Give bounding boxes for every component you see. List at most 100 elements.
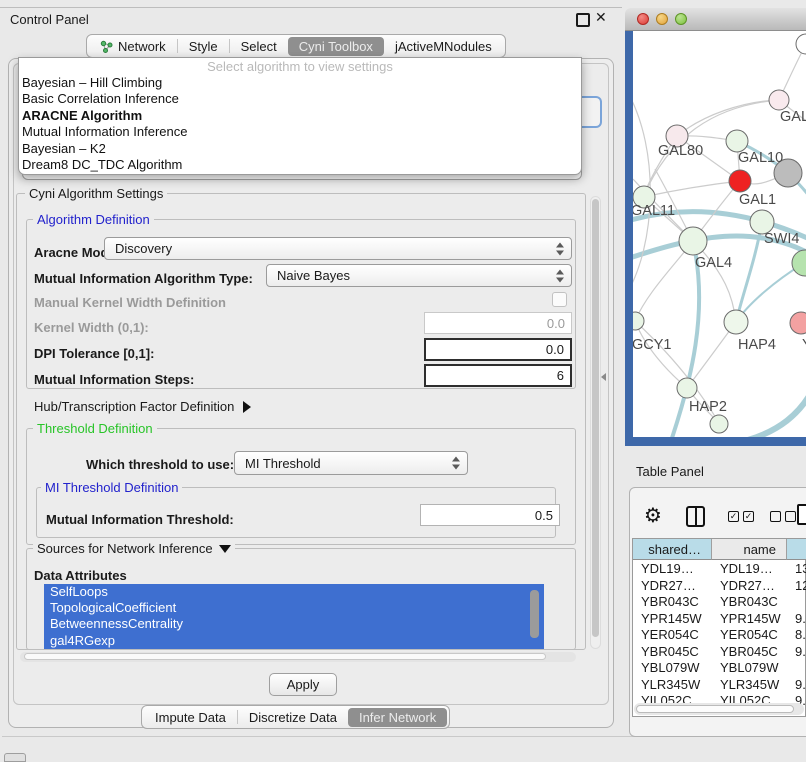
minimized-panel-button[interactable] [4,753,26,762]
gear-icon[interactable]: ⚙ [644,503,662,527]
splitter-collapse-icon[interactable] [601,373,606,381]
node-gal1[interactable] [729,170,751,192]
algorithm-definition-title: Algorithm Definition [33,212,154,227]
data-attributes-list[interactable]: SelfLoopsTopologicalCoefficientBetweenne… [44,584,544,649]
table-row[interactable]: YBR045CYBR045C9. [633,644,806,661]
table-row[interactable]: YBR043CYBR043C [633,594,806,611]
dpi-tolerance-field[interactable]: 0.0 [424,338,572,361]
minimize-traffic-light-icon[interactable] [656,13,668,25]
node-salmon-node[interactable] [790,312,806,334]
node-label-gal1: GAL1 [739,192,776,208]
tab-discretize-data[interactable]: Discretize Data [238,708,348,727]
table-cell: 13 [787,561,806,578]
network-window-titlebar[interactable] [625,8,806,31]
attribute-gal4rgexp[interactable]: gal4RGexp [44,633,544,649]
tab-impute-data[interactable]: Impute Data [144,708,237,727]
manual-kernel-checkbox[interactable] [552,292,567,307]
table-cell: YBL079W [712,660,787,677]
page-icon[interactable] [797,504,806,525]
table-cell: YER054C [633,627,712,644]
algorithm-option-mutual-information-inference[interactable]: Mutual Information Inference [19,124,581,140]
collapse-down-icon [219,545,231,553]
split-columns-icon[interactable] [686,506,705,527]
node-hap4[interactable] [724,310,748,334]
node-label-gal4: GAL4 [695,255,732,271]
table-cell [787,594,806,611]
table-cell: YDL19… [633,561,712,578]
node-gal4[interactable] [679,227,707,255]
algorithm-option-aracne-algorithm[interactable]: ARACNE Algorithm [19,108,581,124]
table-row[interactable]: YPR145WYPR145W9. [633,611,806,628]
mi-type-label: Mutual Information Algorithm Type: [34,271,253,286]
network-edge[interactable] [736,263,804,322]
column-header-shared[interactable]: shared… [633,539,712,560]
network-edge[interactable] [736,381,806,437]
table-header-row: shared…name [633,539,806,560]
network-canvas[interactable]: GALGAL80GAL10GAL1GAL11SWI4GAL4GCY1HAP4YH… [633,31,806,437]
node-bottom-partial[interactable] [710,415,728,433]
close-button[interactable]: ✕ [595,9,607,26]
apply-button[interactable]: Apply [269,673,337,696]
algorithm-option-bayesian-k2[interactable]: Bayesian – K2 [19,141,581,157]
node-label-gal11: GAL11 [633,203,675,219]
table-row[interactable]: YBL079WYBL079W [633,660,806,677]
algorithm-option-basic-correlation-inference[interactable]: Basic Correlation Inference [19,91,581,107]
float-window-button[interactable] [576,13,590,27]
column-header-extra[interactable] [787,539,806,560]
sources-group-title: Sources for Network Inference [37,541,213,556]
mi-steps-value: 6 [557,368,564,383]
node-label-gal80: GAL80 [658,143,703,159]
table-horizontal-scrollbar-thumb[interactable] [636,705,794,713]
tab-cyni-toolbox[interactable]: Cyni Toolbox [288,37,384,56]
aracne-mode-combo[interactable]: Discovery [104,237,572,260]
table-cell: 9. [787,677,806,694]
algorithm-option-dream8-dc-tdc-algorithm[interactable]: Dream8 DC_TDC Algorithm [19,157,581,173]
checked-box-icon[interactable]: ✓ [743,511,754,522]
which-threshold-combo[interactable]: MI Threshold [234,451,468,475]
tab-network[interactable]: Network [89,37,177,56]
kernel-width-field[interactable]: 0.0 [424,312,572,334]
node-hap2[interactable] [677,378,697,398]
zoom-traffic-light-icon[interactable] [675,13,687,25]
table-rows: YDL19…YDL19…13YDR27…YDR27…12YBR043CYBR04… [633,561,806,710]
node-top-partial[interactable] [796,34,806,54]
attribute-topologicalcoefficient[interactable]: TopologicalCoefficient [44,600,544,616]
tab-jactivemnodules[interactable]: jActiveMNodules [384,37,503,56]
attribute-selfloops[interactable]: SelfLoops [44,584,544,600]
close-traffic-light-icon[interactable] [637,13,649,25]
focused-combo-fragment[interactable] [580,96,602,128]
node-gal10[interactable] [726,130,748,152]
algorithm-option-bayesian-hill-climbing[interactable]: Bayesian – Hill Climbing [19,75,581,91]
tab-select[interactable]: Select [230,37,288,56]
tab-style[interactable]: Style [178,37,229,56]
node-label-gal: GAL [780,109,806,125]
settings-vertical-scrollbar-thumb[interactable] [592,199,599,637]
mi-threshold-field[interactable]: 0.5 [420,504,560,526]
table-row[interactable]: YLR345WYLR345W9. [633,677,806,694]
tab-infer-network[interactable]: Infer Network [348,708,447,727]
mi-type-combo[interactable]: Naive Bayes [266,264,572,287]
checked-box-icon[interactable]: ✓ [728,511,739,522]
network-edge[interactable] [635,321,687,388]
mi-steps-field[interactable]: 6 [424,364,572,387]
column-header-name[interactable]: name [712,539,787,560]
tab-label: jActiveMNodules [395,39,492,54]
table-row[interactable]: YDL19…YDL19…13 [633,561,806,578]
manual-kernel-label: Manual Kernel Width Definition [34,295,226,310]
hub-definition-toggle[interactable]: Hub/Transcription Factor Definition [34,399,251,414]
attributes-scrollbar-thumb[interactable] [530,590,539,638]
settings-horizontal-scrollbar-thumb[interactable] [24,653,546,660]
unchecked-box-icon[interactable] [785,511,796,522]
node-right-green[interactable] [792,250,806,276]
table-cell: 8. [787,627,806,644]
attribute-betweennesscentrality[interactable]: BetweennessCentrality [44,616,544,632]
table-row[interactable]: YDR27…YDR27…12 [633,578,806,595]
unchecked-box-icon[interactable] [770,511,781,522]
network-selected-frame [625,31,633,437]
network-edge[interactable] [643,181,740,197]
node-gal-partial[interactable] [769,90,789,110]
tab-label: Select [241,39,277,54]
sources-group-header[interactable]: Sources for Network Inference [33,541,235,556]
table-row[interactable]: YER054CYER054C8. [633,627,806,644]
table-panel-title: Table Panel [636,464,704,479]
